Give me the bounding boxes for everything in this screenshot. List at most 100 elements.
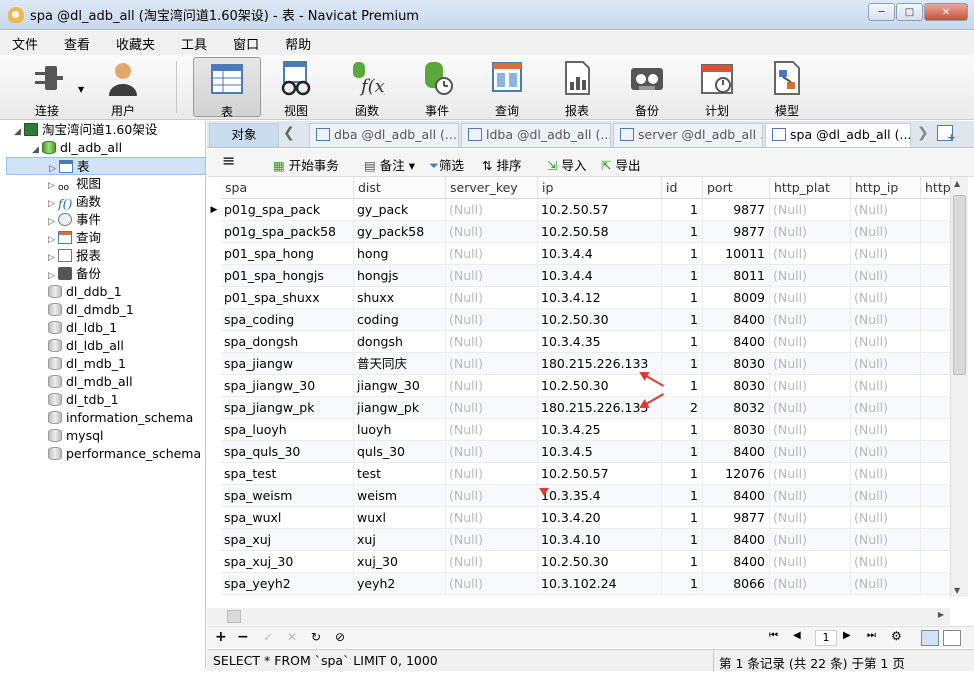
cell-server-key[interactable]: (Null) [446, 419, 538, 441]
row-selector[interactable] [207, 507, 221, 529]
cell-spa[interactable]: spa_quls_30 [221, 441, 354, 463]
tree-db[interactable]: mysql [48, 427, 104, 445]
tab-objects[interactable]: 对象 [209, 123, 279, 147]
cell-spa[interactable]: spa_xuj_30 [221, 551, 354, 573]
next-page-icon[interactable]: ▶ [843, 630, 851, 641]
stop-icon[interactable]: ⊘ [335, 630, 345, 644]
cell-http-plat[interactable]: (Null) [770, 265, 851, 287]
cell-ip[interactable]: 10.2.50.58 [538, 221, 662, 243]
cell-id[interactable]: 1 [662, 309, 703, 331]
cell-server-key[interactable]: (Null) [446, 199, 538, 221]
cell-http-ip[interactable]: (Null) [851, 441, 921, 463]
function-button[interactable]: f(x) 函数 [333, 57, 401, 118]
cell-http[interactable] [921, 243, 950, 265]
cell-id[interactable]: 1 [662, 507, 703, 529]
cell-ip[interactable]: 10.2.50.30 [538, 309, 662, 331]
scroll-down-icon[interactable]: ▼ [954, 586, 960, 595]
tree-queries[interactable]: ▷ 查询 [48, 229, 101, 247]
cell-http[interactable] [921, 419, 950, 441]
cell-id[interactable]: 1 [662, 287, 703, 309]
cell-http-ip[interactable]: (Null) [851, 507, 921, 529]
cell-port[interactable]: 8400 [703, 441, 770, 463]
cell-http-ip[interactable]: (Null) [851, 529, 921, 551]
cell-dist[interactable]: coding [354, 309, 446, 331]
cell-server-key[interactable]: (Null) [446, 265, 538, 287]
cell-ip[interactable]: 10.2.50.57 [538, 463, 662, 485]
horizontal-scrollbar[interactable]: ▶ [207, 608, 950, 625]
tree-backups[interactable]: ▷ 备份 [48, 265, 101, 283]
cell-dist[interactable]: yeyh2 [354, 573, 446, 595]
cell-port[interactable]: 10011 [703, 243, 770, 265]
row-selector[interactable] [207, 573, 221, 595]
cell-http-plat[interactable]: (Null) [770, 441, 851, 463]
cell-port[interactable]: 8030 [703, 375, 770, 397]
vertical-scrollbar[interactable]: ▲ ▼ [950, 177, 968, 597]
cell-http-plat[interactable]: (Null) [770, 221, 851, 243]
grid-view-icon[interactable] [921, 630, 939, 646]
cell-port[interactable]: 12076 [703, 463, 770, 485]
cell-server-key[interactable]: (Null) [446, 573, 538, 595]
row-selector[interactable] [207, 243, 221, 265]
cell-id[interactable]: 1 [662, 243, 703, 265]
tab-server[interactable]: server @dl_adb_all ... [613, 123, 763, 147]
column-header-http[interactable]: http [921, 177, 950, 199]
tree-db[interactable]: dl_mdb_all [48, 373, 133, 391]
cell-server-key[interactable]: (Null) [446, 243, 538, 265]
cell-http[interactable] [921, 221, 950, 243]
cell-spa[interactable]: spa_test [221, 463, 354, 485]
row-selector[interactable] [207, 375, 221, 397]
cell-port[interactable]: 8032 [703, 397, 770, 419]
tree-db[interactable]: dl_mdb_1 [48, 355, 126, 373]
cell-port[interactable]: 8030 [703, 353, 770, 375]
scroll-thumb[interactable] [953, 195, 966, 375]
row-selector[interactable] [207, 419, 221, 441]
cell-port[interactable]: 8066 [703, 573, 770, 595]
cell-http-plat[interactable]: (Null) [770, 463, 851, 485]
data-grid[interactable]: spa dist server_key ip id port http_plat http_i… [207, 177, 950, 597]
cell-dist[interactable]: dongsh [354, 331, 446, 353]
cell-http[interactable] [921, 265, 950, 287]
cell-id[interactable]: 1 [662, 331, 703, 353]
cell-port[interactable]: 8400 [703, 529, 770, 551]
cell-id[interactable]: 1 [662, 551, 703, 573]
cell-server-key[interactable]: (Null) [446, 529, 538, 551]
cell-id[interactable]: 1 [662, 419, 703, 441]
cell-spa[interactable]: spa_wuxl [221, 507, 354, 529]
cell-port[interactable]: 8400 [703, 551, 770, 573]
menu-help[interactable]: 帮助 [285, 34, 311, 53]
row-selector[interactable] [207, 485, 221, 507]
query-button[interactable]: 查询 [473, 57, 541, 118]
cell-spa[interactable]: spa_jiangw [221, 353, 354, 375]
cell-ip[interactable]: 10.3.102.24 [538, 573, 662, 595]
cell-http-ip[interactable]: (Null) [851, 243, 921, 265]
cell-port[interactable]: 9877 [703, 199, 770, 221]
cell-http-plat[interactable]: (Null) [770, 419, 851, 441]
cell-dist[interactable]: hongjs [354, 265, 446, 287]
tree-views[interactable]: ▷ oo 视图 [48, 175, 101, 193]
form-view-icon[interactable] [943, 630, 961, 646]
row-selector[interactable] [207, 221, 221, 243]
cell-http[interactable] [921, 463, 950, 485]
cell-spa[interactable]: spa_luoyh [221, 419, 354, 441]
tab-scroll-right-icon[interactable]: ❯ [917, 125, 929, 141]
cell-http-ip[interactable]: (Null) [851, 463, 921, 485]
cell-http[interactable] [921, 309, 950, 331]
cell-http[interactable] [921, 507, 950, 529]
cell-dist[interactable]: xuj_30 [354, 551, 446, 573]
cell-ip[interactable]: 10.3.4.5 [538, 441, 662, 463]
cell-http-plat[interactable]: (Null) [770, 309, 851, 331]
add-record-icon[interactable]: + [215, 629, 227, 645]
cell-http-ip[interactable]: (Null) [851, 397, 921, 419]
column-header-id[interactable]: id [662, 177, 703, 199]
row-selector[interactable] [207, 397, 221, 419]
tab-ldba[interactable]: ldba @dl_adb_all (... [461, 123, 611, 147]
cell-spa[interactable]: spa_xuj [221, 529, 354, 551]
row-selector[interactable]: ▶ [207, 199, 221, 221]
row-selector[interactable] [207, 441, 221, 463]
cell-http[interactable] [921, 551, 950, 573]
tree-db-dl-adb-all[interactable]: ◢ dl_adb_all [32, 139, 122, 157]
prev-page-icon[interactable]: ◀ [793, 630, 801, 641]
cell-spa[interactable]: p01_spa_hong [221, 243, 354, 265]
cell-port[interactable]: 8030 [703, 419, 770, 441]
cell-dist[interactable]: test [354, 463, 446, 485]
